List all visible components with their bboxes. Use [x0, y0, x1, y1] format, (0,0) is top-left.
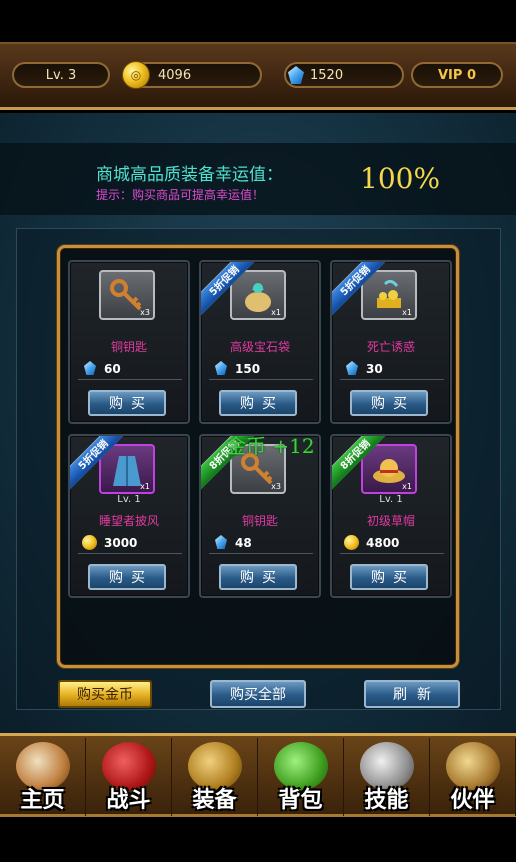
shop-item-card: x1 高级宝石袋 150 购买 5折促销 [199, 260, 321, 424]
item-quantity: x1 [402, 482, 412, 491]
level-display: Lv. 3 [12, 62, 110, 88]
bottom-padding [0, 820, 516, 862]
item-name: 高级宝石袋 [229, 340, 290, 354]
gold-amount: 4096 [158, 67, 192, 83]
gold-display: ◎ 4096 [122, 61, 262, 89]
diamond-icon [215, 361, 227, 375]
item-price: 30 [340, 358, 444, 380]
item-level: Lv. 1 [117, 494, 141, 505]
gem-amount: 1520 [310, 67, 344, 83]
diamond-icon [346, 361, 358, 375]
item-quantity: x1 [402, 308, 412, 317]
buy-button[interactable]: 购买 [350, 390, 428, 416]
gold-coin-icon [82, 535, 97, 550]
item-quantity: x3 [140, 308, 150, 317]
item-price: 4800 [340, 532, 444, 554]
diamond-icon [84, 361, 96, 375]
nav-item[interactable]: 伙伴 [430, 738, 516, 816]
gold-coin-icon [344, 535, 359, 550]
item-quantity: x1 [271, 308, 281, 317]
item-price: 60 [78, 358, 182, 380]
gem-display: 1520 [284, 62, 404, 88]
buy-button[interactable]: 购买 [350, 564, 428, 590]
item-name: 铜钥匙 [110, 340, 147, 354]
price-value: 3000 [104, 535, 138, 550]
item-price: 150 [209, 358, 313, 380]
buy-all-button[interactable]: 购买全部 [210, 680, 306, 708]
item-quantity: x3 [271, 482, 281, 491]
nav-item[interactable]: 主页 [0, 738, 86, 816]
level-text: Lv. 3 [45, 67, 77, 83]
shop-item-card: x3 铜钥匙 60 购买 [68, 260, 190, 424]
price-value: 150 [235, 361, 261, 376]
item-slot[interactable]: x3 [99, 270, 155, 320]
reward-float-text: 金币 +12 [226, 434, 315, 458]
item-quantity: x1 [140, 482, 150, 491]
nav-label: 伙伴 [450, 788, 495, 813]
item-name: 死亡诱惑 [366, 340, 415, 354]
nav-item[interactable]: 战斗 [86, 738, 172, 816]
nav-label: 技能 [364, 788, 409, 813]
shop-item-card: x1 死亡诱惑 30 购买 5折促销 [330, 260, 452, 424]
nav-item[interactable]: 背包 [258, 738, 344, 816]
nav-label: 战斗 [106, 788, 151, 813]
diamond-icon [215, 535, 227, 549]
shop-item-card: x1 Lv. 1 初级草帽 4800 购买 8折促销 [330, 434, 452, 598]
nav-item[interactable]: 技能 [344, 738, 430, 816]
buy-button[interactable]: 购买 [219, 390, 297, 416]
nav-label: 背包 [278, 788, 323, 813]
item-price: 48 [209, 532, 313, 554]
price-value: 4800 [366, 535, 400, 550]
vip-text: VIP 0 [438, 67, 476, 83]
item-name: 初级草帽 [366, 514, 415, 528]
item-level: Lv. 1 [379, 494, 403, 505]
gold-coin-icon: ◎ [122, 61, 150, 89]
item-price: 3000 [78, 532, 182, 554]
refresh-button[interactable]: 刷新 [364, 680, 460, 708]
luck-title: 商城高品质装备幸运值： [96, 165, 283, 185]
buy-gold-button[interactable]: 购买金币 [58, 680, 152, 708]
vip-button[interactable]: VIP 0 [411, 62, 503, 88]
bottom-nav: 主页 战斗 装备 背包 技能 伙伴 [0, 733, 516, 817]
diamond-icon [288, 66, 304, 84]
price-value: 30 [366, 361, 383, 376]
item-name: 铜钥匙 [241, 514, 278, 528]
buy-button[interactable]: 购买 [88, 390, 166, 416]
nav-label: 装备 [192, 788, 237, 813]
price-value: 48 [235, 535, 252, 550]
luck-value: 100% [360, 162, 441, 195]
shop-item-card: x1 Lv. 1 睡望者披风 3000 购买 5折促销 [68, 434, 190, 598]
nav-item[interactable]: 装备 [172, 738, 258, 816]
item-name: 睡望者披风 [98, 514, 159, 528]
buy-button[interactable]: 购买 [219, 564, 297, 590]
luck-hint: 提示：购买商品可提高幸运值！ [96, 188, 265, 202]
price-value: 60 [104, 361, 121, 376]
buy-button[interactable]: 购买 [88, 564, 166, 590]
status-bar: Lv. 3 ◎ 4096 1520 VIP 0 [0, 42, 516, 110]
nav-label: 主页 [20, 788, 65, 813]
